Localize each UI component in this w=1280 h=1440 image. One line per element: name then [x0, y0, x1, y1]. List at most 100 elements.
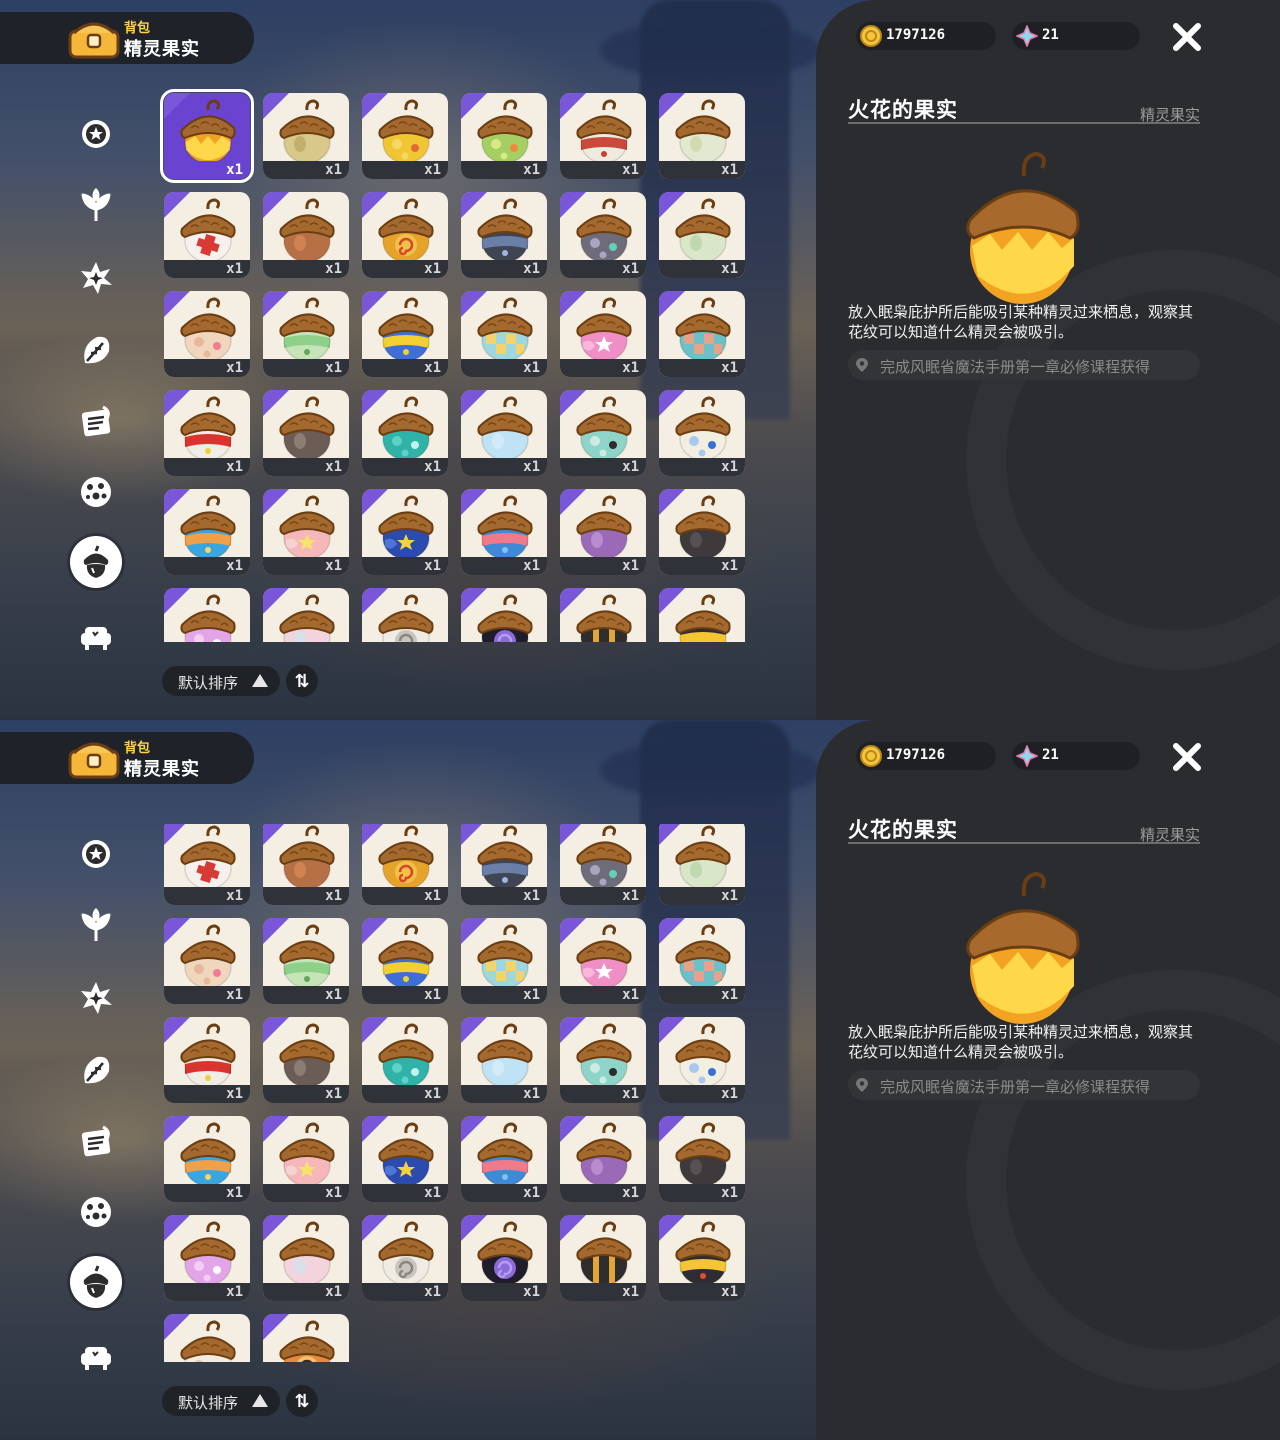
fruit-slot[interactable]: x1 [461, 1215, 547, 1301]
fruit-slot[interactable]: x1 [263, 1314, 349, 1362]
fruit-slot[interactable]: x1 [560, 1116, 646, 1202]
fruit-slot[interactable]: x1 [461, 918, 547, 1004]
fruit-slot[interactable]: x1 [560, 1215, 646, 1301]
fruit-slot[interactable]: x1 [263, 93, 349, 179]
nav-tab-scroll[interactable] [70, 1116, 122, 1168]
spark-fruit-large-icon [966, 871, 1080, 1024]
fruit-slot[interactable]: x1 [362, 1116, 448, 1202]
fruit-slot[interactable]: x1 [659, 489, 745, 575]
nav-tab-scroll[interactable] [70, 396, 122, 448]
acorn-fruit-icon [477, 1122, 533, 1187]
fruit-slot[interactable]: x1 [659, 588, 745, 642]
fruit-slot[interactable]: x1 [160, 89, 254, 183]
fruit-slot[interactable]: x1 [362, 588, 448, 642]
fruit-slot[interactable]: x1 [164, 489, 250, 575]
fruit-slot[interactable]: x1 [659, 1116, 745, 1202]
nav-tab-sofa[interactable] [70, 610, 122, 662]
nav-tab-sofa[interactable] [70, 1330, 122, 1382]
fruit-slot[interactable]: x1 [263, 918, 349, 1004]
fruit-slot[interactable]: x1 [461, 588, 547, 642]
fruit-grid-viewport[interactable]: x1 x1 x1 x1 x1 x1 x1 x1 x1 x1 x1 x1 x1 x1 x1 x1 x1 x1 x1 x1… [160, 824, 760, 1362]
nav-tab-sparkle-burst[interactable] [70, 252, 122, 304]
close-icon[interactable] [1168, 738, 1206, 776]
nav-tab-star-badge[interactable] [70, 108, 122, 160]
fruit-slot[interactable]: x1 [659, 1017, 745, 1103]
fruit-slot[interactable]: x1 [263, 291, 349, 377]
fruit-quantity: x1 [226, 888, 243, 904]
sort-dropdown[interactable]: 默认排序 [162, 666, 280, 696]
fruit-slot[interactable]: x1 [560, 291, 646, 377]
fruit-slot[interactable]: x1 [362, 192, 448, 278]
fruit-slot[interactable]: x1 [659, 824, 745, 905]
fruit-slot[interactable]: x1 [164, 1314, 250, 1362]
fruit-slot[interactable]: x1 [164, 588, 250, 642]
fruit-slot[interactable]: x1 [164, 918, 250, 1004]
acorn-fruit-icon [279, 1320, 335, 1362]
fruit-slot[interactable]: x1 [263, 390, 349, 476]
fruit-slot[interactable]: x1 [560, 390, 646, 476]
fruit-slot[interactable]: x1 [560, 588, 646, 642]
fruit-slot[interactable]: x1 [461, 1017, 547, 1103]
fruit-slot[interactable]: x1 [461, 93, 547, 179]
fruit-slot[interactable]: x1 [362, 390, 448, 476]
nav-tab-dotted-ball[interactable] [70, 1186, 122, 1238]
gem-icon [1016, 25, 1038, 47]
fruit-slot[interactable]: x1 [362, 489, 448, 575]
fruit-slot[interactable]: x1 [461, 192, 547, 278]
fruit-slot[interactable]: x1 [659, 1215, 745, 1301]
nav-tab-dotted-ball[interactable] [70, 466, 122, 518]
sort-dropdown[interactable]: 默认排序 [162, 1386, 280, 1416]
fruit-slot[interactable]: x1 [263, 1215, 349, 1301]
sort-order-toggle-button[interactable]: ⇅ [286, 1385, 318, 1417]
fruit-slot[interactable]: x1 [560, 192, 646, 278]
fruit-slot[interactable]: x1 [164, 824, 250, 905]
fruit-slot[interactable]: x1 [560, 93, 646, 179]
nav-tab-star-badge[interactable] [70, 828, 122, 880]
nav-tab-acorn[interactable] [70, 536, 122, 588]
fruit-slot[interactable]: x1 [362, 918, 448, 1004]
fruit-slot[interactable]: x1 [164, 1017, 250, 1103]
fruit-slot[interactable]: x1 [164, 1215, 250, 1301]
nav-tab-leaf-sprout[interactable] [70, 900, 122, 952]
sort-order-toggle-button[interactable]: ⇅ [286, 665, 318, 697]
fruit-slot[interactable]: x1 [164, 390, 250, 476]
fruit-slot[interactable]: x1 [659, 93, 745, 179]
fruit-slot[interactable]: x1 [659, 291, 745, 377]
fruit-quantity: x1 [721, 162, 738, 178]
fruit-slot[interactable]: x1 [263, 1017, 349, 1103]
close-icon[interactable] [1168, 18, 1206, 56]
fruit-slot[interactable]: x1 [362, 1215, 448, 1301]
fruit-slot[interactable]: x1 [461, 291, 547, 377]
fruit-slot[interactable]: x1 [560, 489, 646, 575]
location-pin-icon [856, 1078, 868, 1092]
acorn-fruit-icon [378, 1023, 434, 1088]
fruit-grid-viewport[interactable]: x1 x1 x1 x1 x1 x1 x1 x1 x1 x1 x1 x1 x1 x1 x1 x1 x1 x1 x1 x1… [160, 88, 760, 642]
fruit-slot[interactable]: x1 [461, 824, 547, 905]
fruit-slot[interactable]: x1 [659, 192, 745, 278]
fruit-slot[interactable]: x1 [362, 824, 448, 905]
nav-tab-sparkle-burst[interactable] [70, 972, 122, 1024]
fruit-slot[interactable]: x1 [461, 390, 547, 476]
fruit-slot[interactable]: x1 [560, 824, 646, 905]
fruit-slot[interactable]: x1 [461, 1116, 547, 1202]
fruit-slot[interactable]: x1 [164, 291, 250, 377]
nav-tab-leaf-sprout[interactable] [70, 180, 122, 232]
fruit-slot[interactable]: x1 [362, 93, 448, 179]
fruit-slot[interactable]: x1 [263, 824, 349, 905]
fruit-slot[interactable]: x1 [263, 192, 349, 278]
nav-tab-leaves[interactable] [70, 324, 122, 376]
fruit-slot[interactable]: x1 [263, 1116, 349, 1202]
fruit-slot[interactable]: x1 [263, 489, 349, 575]
fruit-slot[interactable]: x1 [263, 588, 349, 642]
fruit-slot[interactable]: x1 [560, 1017, 646, 1103]
fruit-slot[interactable]: x1 [362, 291, 448, 377]
nav-tab-acorn[interactable] [70, 1256, 122, 1308]
fruit-slot[interactable]: x1 [659, 918, 745, 1004]
fruit-slot[interactable]: x1 [164, 192, 250, 278]
fruit-slot[interactable]: x1 [461, 489, 547, 575]
fruit-slot[interactable]: x1 [362, 1017, 448, 1103]
fruit-slot[interactable]: x1 [659, 390, 745, 476]
nav-tab-leaves[interactable] [70, 1044, 122, 1096]
fruit-slot[interactable]: x1 [164, 1116, 250, 1202]
fruit-slot[interactable]: x1 [560, 918, 646, 1004]
